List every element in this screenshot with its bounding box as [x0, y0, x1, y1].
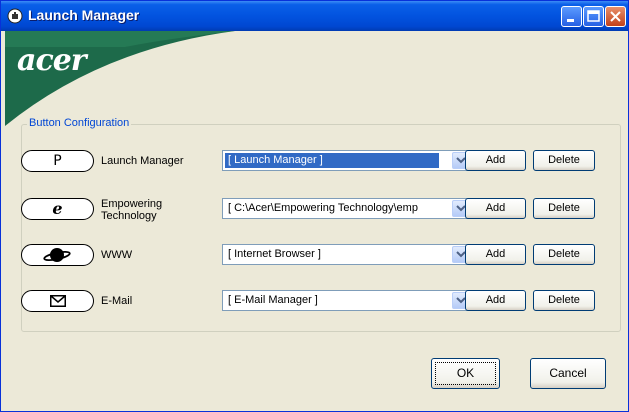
title-bar[interactable]: Launch Manager — [1, 1, 628, 31]
select-value: [ Launch Manager ] — [225, 153, 439, 168]
add-button[interactable]: Add — [465, 290, 526, 311]
row-label-email: E-Mail — [101, 295, 133, 307]
empowering-technology-select[interactable]: [ C:\Acer\Empowering Technology\emp — [222, 198, 471, 219]
add-button[interactable]: Add — [465, 244, 526, 265]
maximize-icon — [587, 10, 600, 22]
maximize-button[interactable] — [583, 6, 604, 27]
close-button[interactable] — [605, 6, 626, 27]
row-label-www: WWW — [101, 249, 133, 261]
add-button[interactable]: Add — [465, 198, 526, 219]
select-value: [ C:\Acer\Empowering Technology\emp — [228, 202, 418, 214]
group-legend: Button Configuration — [27, 117, 132, 129]
email-key-button[interactable] — [21, 290, 94, 312]
select-value: [ Internet Browser ] — [228, 248, 321, 260]
www-select[interactable]: [ Internet Browser ] — [222, 244, 471, 265]
delete-button[interactable]: Delete — [533, 198, 595, 219]
row-label-empowering-line1: Empowering — [101, 198, 163, 210]
app-icon[interactable] — [7, 8, 23, 24]
minimize-button[interactable] — [561, 6, 582, 27]
globe-icon — [43, 248, 71, 262]
p-key-icon: P — [53, 153, 62, 169]
window-title: Launch Manager — [28, 7, 140, 23]
e-key-icon: e — [52, 199, 63, 218]
www-key-button[interactable] — [21, 244, 94, 266]
focus-rect — [435, 362, 496, 385]
close-icon — [610, 11, 621, 22]
dialog-client: acer Button Configuration P Launch Manag… — [5, 31, 624, 409]
email-select[interactable]: [ E-Mail Manager ] — [222, 290, 471, 311]
add-button[interactable]: Add — [465, 150, 526, 171]
brand-banner: acer — [5, 31, 624, 126]
launch-manager-select[interactable]: [ Launch Manager ] — [222, 150, 471, 171]
empowering-key-button[interactable]: e — [21, 198, 94, 220]
row-label-launch-manager: Launch Manager — [101, 155, 184, 167]
acer-logo: acer — [17, 43, 87, 78]
delete-button[interactable]: Delete — [533, 244, 595, 265]
launch-manager-key-button[interactable]: P — [21, 150, 94, 172]
cancel-button[interactable]: Cancel — [530, 358, 606, 389]
delete-button[interactable]: Delete — [533, 290, 595, 311]
row-label-empowering-line2: Technology — [101, 210, 157, 222]
minimize-icon — [567, 19, 574, 22]
envelope-icon — [50, 295, 66, 307]
delete-button[interactable]: Delete — [533, 150, 595, 171]
ok-button[interactable]: OK — [431, 358, 500, 389]
launch-manager-window: Launch Manager acer Button Configuration… — [0, 0, 629, 412]
select-value: [ E-Mail Manager ] — [228, 294, 318, 306]
